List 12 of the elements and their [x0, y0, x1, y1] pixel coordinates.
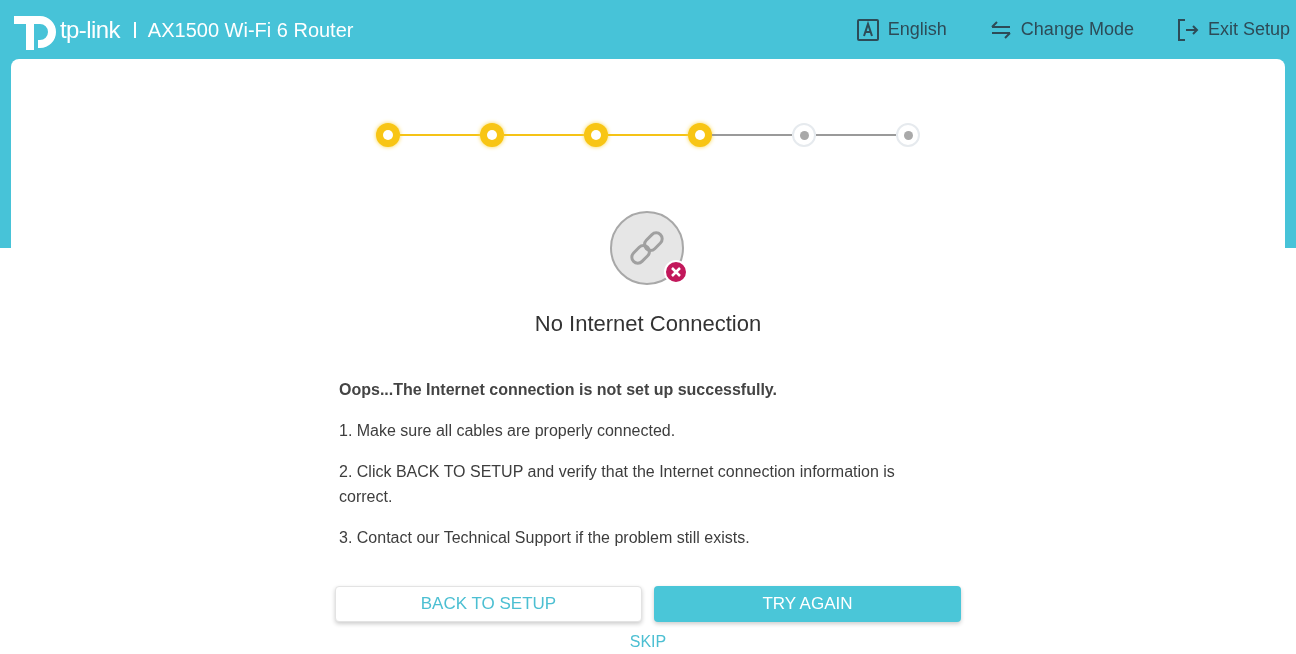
product-title: AX1500 Wi-Fi 6 Router [147, 17, 354, 43]
status-title: No Internet Connection [534, 310, 762, 338]
header-action-button[interactable]: English [855, 16, 947, 43]
header-action-button[interactable]: Change Mode [988, 16, 1134, 43]
help-step-text: 1. Make sure all cables are properly connected. [339, 421, 677, 441]
brand-logo-text: tp-link [60, 14, 120, 45]
error-heading: Oops...The Internet connection is not set up successfully. [339, 380, 778, 400]
exit-icon [1175, 17, 1200, 42]
header-action-button[interactable]: Exit Setup [1175, 16, 1290, 43]
letter-a-icon [855, 17, 880, 42]
help-step-text: 2. Click BACK TO SETUP and verify that the Internet connection information is correct. [339, 462, 896, 507]
help-step-text: 3. Contact our Technical Support if the problem still exists. [339, 528, 751, 548]
